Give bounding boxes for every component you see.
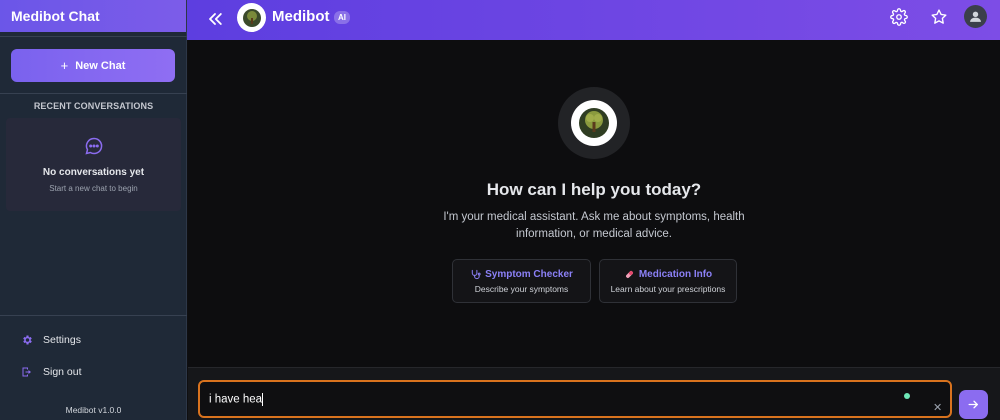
sign-out-icon: [22, 367, 31, 377]
arrow-right-icon: [968, 400, 978, 409]
gear-icon: [23, 335, 32, 345]
hero-logo: [571, 100, 617, 146]
new-chat-button[interactable]: + New Chat: [11, 49, 175, 82]
ai-badge: AI: [334, 11, 350, 24]
empty-subtitle: Start a new chat to begin: [49, 184, 138, 193]
composer: i have hea ✕: [188, 367, 1000, 420]
sidebar-item-signout[interactable]: Sign out: [21, 366, 82, 378]
tree-logo-icon: [242, 8, 261, 27]
chat-main: How can I help you today? I'm your medic…: [188, 40, 1000, 367]
card-title: Symptom Checker: [485, 269, 573, 280]
divider: [0, 36, 187, 37]
card-title-row: Symptom Checker: [453, 269, 590, 280]
divider: [0, 315, 187, 316]
empty-title: No conversations yet: [42, 167, 145, 178]
status-dot: [904, 393, 910, 399]
medication-info-card[interactable]: Medication Info Learn about your prescri…: [599, 259, 737, 303]
hero-logo-ring: [558, 87, 630, 159]
welcome-headline: How can I help you today?: [486, 180, 702, 199]
version-label: Medibot v1.0.0: [65, 405, 122, 415]
card-title-row: Medication Info: [600, 269, 736, 280]
divider: [0, 93, 187, 94]
collapse-icon[interactable]: [205, 9, 225, 29]
message-input[interactable]: i have hea: [209, 393, 809, 406]
symptom-checker-card[interactable]: Symptom Checker Describe your symptoms: [452, 259, 591, 303]
brand-name: Medibot: [272, 8, 330, 25]
message-input-value: i have hea: [209, 393, 263, 406]
recent-conversations-heading: RECENT CONVERSATIONS: [33, 101, 154, 111]
gear-icon[interactable]: [890, 8, 908, 26]
tree-logo-icon: [579, 108, 609, 138]
user-avatar[interactable]: [964, 5, 987, 28]
user-icon: [970, 11, 981, 22]
settings-label: Settings: [43, 334, 81, 346]
pill-icon: [625, 271, 633, 278]
chat-bubble-icon: [85, 137, 103, 155]
clear-icon[interactable]: ✕: [933, 401, 942, 414]
message-input-box[interactable]: i have hea ✕: [198, 380, 952, 418]
empty-conversations-card: No conversations yet Start a new chat to…: [6, 118, 181, 211]
topbar: Medibot AI: [187, 0, 1000, 40]
stethoscope-icon: [471, 269, 481, 280]
sidebar-title: Medibot Chat: [11, 8, 100, 24]
star-icon[interactable]: [930, 8, 948, 26]
welcome-subline: I'm your medical assistant. Ask me about…: [443, 211, 745, 240]
send-button[interactable]: [959, 390, 988, 419]
new-chat-label: New Chat: [75, 59, 126, 72]
text-caret: [262, 393, 264, 406]
plus-icon: +: [60, 58, 69, 73]
sidebar-header: Medibot Chat: [0, 0, 186, 32]
card-title: Medication Info: [638, 269, 713, 280]
sidebar-item-settings[interactable]: Settings: [21, 334, 81, 346]
card-subtitle: Learn about your prescriptions: [610, 284, 726, 294]
signout-label: Sign out: [43, 366, 82, 378]
card-subtitle: Describe your symptoms: [474, 284, 569, 294]
brand-logo: [237, 3, 266, 32]
sidebar: Medibot Chat + New Chat RECENT CONVERSAT…: [0, 0, 187, 420]
